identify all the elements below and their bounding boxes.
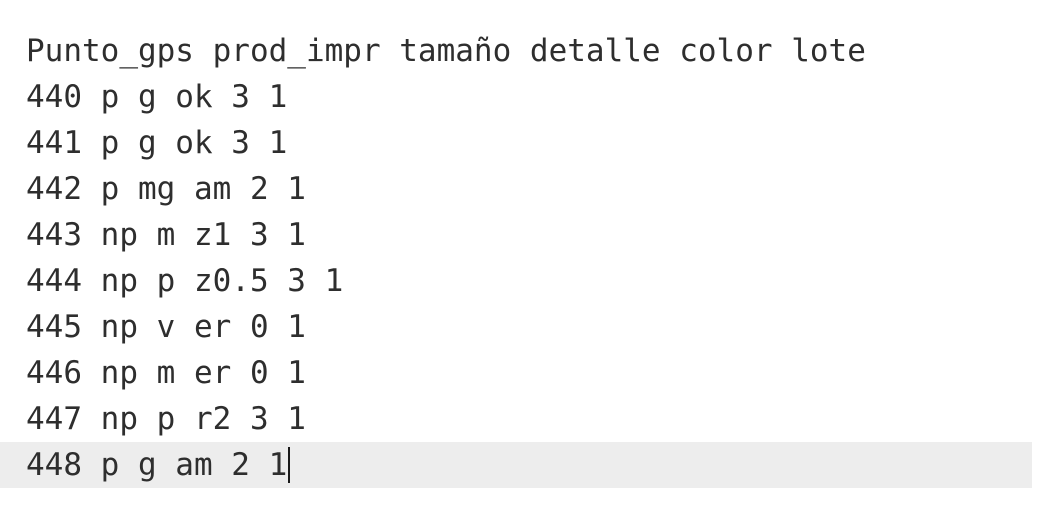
editor-line[interactable]: 443 np m z1 3 1	[0, 212, 1032, 258]
editor-line[interactable]: 445 np v er 0 1	[0, 304, 1032, 350]
line-text: 443 np m z1 3 1	[26, 217, 306, 253]
line-text: Punto_gps prod_impr tamaño detalle color…	[26, 33, 866, 69]
line-text: 446 np m er 0 1	[26, 355, 306, 391]
editor-line[interactable]: 442 p mg am 2 1	[0, 166, 1032, 212]
editor-line-current[interactable]: 448 p g am 2 1	[0, 442, 1032, 488]
editor-line-header[interactable]: Punto_gps prod_impr tamaño detalle color…	[0, 28, 1032, 74]
text-editor-area[interactable]: Punto_gps prod_impr tamaño detalle color…	[0, 0, 1056, 532]
line-text: 441 p g ok 3 1	[26, 125, 288, 161]
editor-line[interactable]: 441 p g ok 3 1	[0, 120, 1032, 166]
editor-line[interactable]: 447 np p r2 3 1	[0, 396, 1032, 442]
line-text: 445 np v er 0 1	[26, 309, 306, 345]
editor-line[interactable]: 444 np p z0.5 3 1	[0, 258, 1032, 304]
editor-line[interactable]: 446 np m er 0 1	[0, 350, 1032, 396]
line-text: 440 p g ok 3 1	[26, 79, 288, 115]
text-cursor	[288, 446, 291, 483]
editor-line[interactable]: 440 p g ok 3 1	[0, 74, 1032, 120]
line-text: 447 np p r2 3 1	[26, 401, 306, 437]
line-text: 442 p mg am 2 1	[26, 171, 306, 207]
line-text: 448 p g am 2 1	[26, 447, 288, 483]
line-text: 444 np p z0.5 3 1	[26, 263, 344, 299]
